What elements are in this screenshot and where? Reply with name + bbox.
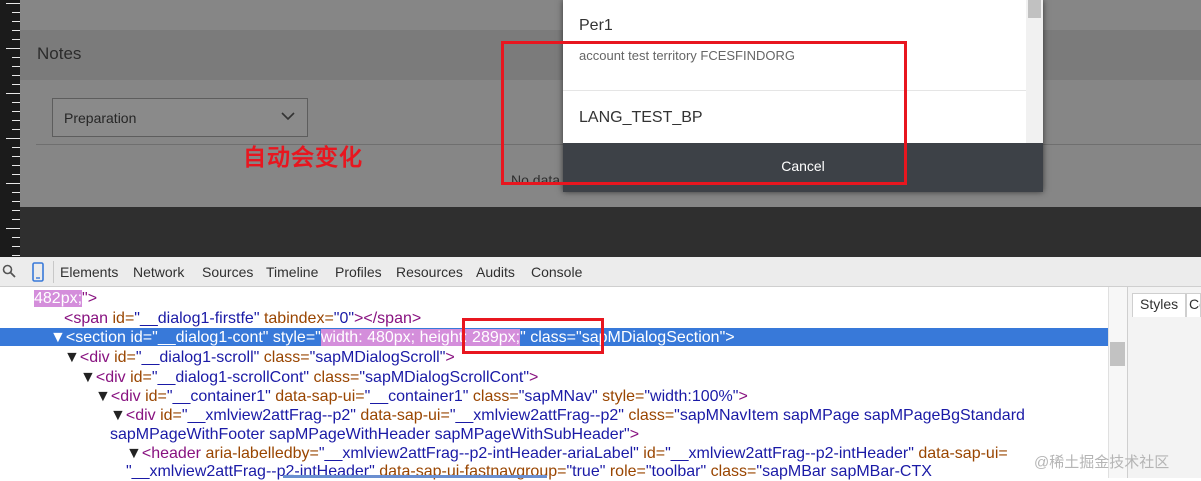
- ruler-tick: [12, 210, 20, 211]
- ruler-tick: [12, 156, 20, 157]
- dialog-scrollbar[interactable]: [1026, 0, 1043, 143]
- annotation-label: 自动会变化: [243, 144, 363, 170]
- dom-line[interactable]: "__xmlview2attFrag--p2-intHeader" data-s…: [126, 463, 932, 481]
- dom-line[interactable]: ▼<div id="__dialog1-scrollCont" class="s…: [80, 369, 538, 387]
- ruler-tick: [12, 219, 20, 220]
- ruler-tick: [12, 30, 20, 31]
- dom-line[interactable]: ▼<div id="__container1" data-sap-ui="__c…: [95, 388, 748, 406]
- tab-styles[interactable]: Styles: [1132, 293, 1186, 317]
- search-icon[interactable]: [2, 264, 16, 278]
- ruler-tick: [6, 48, 20, 49]
- ruler-tick: [6, 138, 20, 139]
- tab-sources[interactable]: Sources: [202, 264, 253, 280]
- dom-line[interactable]: sapMPageWithFooter sapMPageWithHeader sa…: [110, 426, 639, 444]
- ruler-tick: [6, 183, 20, 184]
- toolbar-divider: [53, 261, 54, 283]
- ruler-tick: [12, 129, 20, 130]
- ruler-tick: [12, 12, 20, 13]
- elements-scrollbar-thumb[interactable]: [1110, 342, 1125, 366]
- ruler-tick: [12, 120, 20, 121]
- dom-line[interactable]: 482px;">: [34, 290, 97, 308]
- tab-console[interactable]: Console: [531, 264, 582, 280]
- tab-resources[interactable]: Resources: [396, 264, 463, 280]
- ruler-tick: [12, 237, 20, 238]
- ruler-tick: [12, 66, 20, 67]
- tab-timeline[interactable]: Timeline: [266, 264, 318, 280]
- ruler-tick: [12, 192, 20, 193]
- ruler-tick: [12, 84, 20, 85]
- width-style-highlight: width: 480px;: [320, 329, 416, 346]
- ruler-tick: [12, 39, 20, 40]
- ruler-tick: [12, 21, 20, 22]
- tab-profiles[interactable]: Profiles: [335, 264, 382, 280]
- style-value-highlight: 482px;: [34, 290, 83, 307]
- ruler-tick: [6, 3, 20, 4]
- tab-computed[interactable]: Co: [1186, 293, 1201, 317]
- tab-elements[interactable]: Elements: [60, 264, 118, 280]
- ruler-tick: [12, 255, 20, 256]
- annotation-box-dialog: [501, 41, 907, 185]
- ruler-tick: [12, 102, 20, 103]
- footer-strip: [20, 207, 1201, 257]
- ruler-tick: [12, 147, 20, 148]
- ruler: [0, 0, 20, 257]
- ruler-tick: [12, 75, 20, 76]
- tab-network[interactable]: Network: [133, 264, 184, 280]
- dialog-scrollbar-thumb[interactable]: [1028, 0, 1041, 18]
- dom-line[interactable]: ▼<header aria-labelledby="__xmlview2attF…: [126, 445, 1008, 463]
- preparation-select-value: Preparation: [64, 110, 137, 126]
- dom-line[interactable]: ▼<div id="__xmlview2attFrag--p2" data-sa…: [110, 407, 1025, 425]
- ruler-tick: [12, 57, 20, 58]
- elements-scrollbar[interactable]: [1108, 287, 1127, 478]
- ruler-tick: [12, 201, 20, 202]
- tab-audits[interactable]: Audits: [476, 264, 515, 280]
- ruler-tick: [12, 246, 20, 247]
- dom-line-selected[interactable]: ▼<section id="__dialog1-cont" style="wid…: [50, 329, 735, 347]
- notes-title: Notes: [37, 44, 82, 63]
- dom-line[interactable]: <span id="__dialog1-firstfe" tabindex="0…: [64, 310, 421, 328]
- annotation-box-height: [462, 318, 604, 354]
- ruler-tick: [12, 111, 20, 112]
- list-item-title[interactable]: Per1: [579, 17, 613, 35]
- chevron-down-icon[interactable]: [280, 108, 296, 124]
- ruler-tick: [12, 174, 20, 175]
- dom-line[interactable]: ▼<div id="__dialog1-scroll" class="sapMD…: [64, 349, 455, 367]
- watermark: @稀土掘金技术社区: [1034, 454, 1170, 471]
- ruler-tick: [12, 165, 20, 166]
- ruler-tick: [6, 228, 20, 229]
- device-mode-icon[interactable]: [30, 262, 46, 282]
- ruler-tick: [6, 93, 20, 94]
